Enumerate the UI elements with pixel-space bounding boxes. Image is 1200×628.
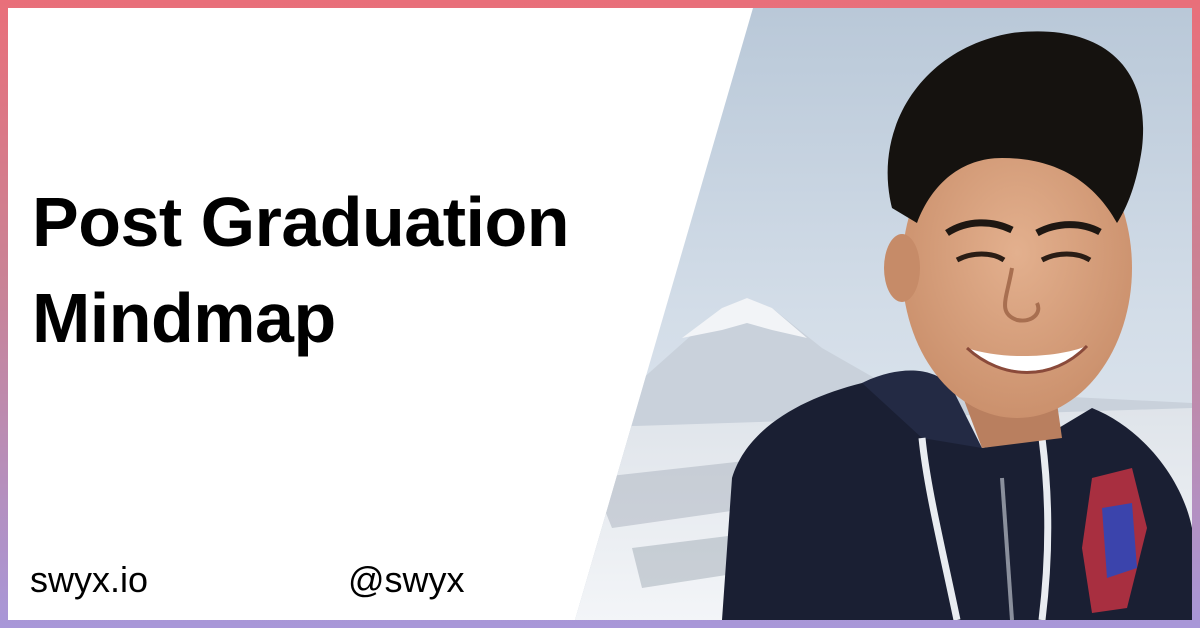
social-card-frame: Post Graduation Mindmap swyx.io @swyx: [0, 0, 1200, 628]
social-card: Post Graduation Mindmap swyx.io @swyx: [8, 8, 1192, 620]
post-title-line-1: Post Graduation: [32, 183, 569, 261]
site-domain: swyx.io: [30, 559, 149, 600]
social-handle: @swyx: [348, 559, 465, 600]
post-title-line-2: Mindmap: [32, 279, 336, 357]
post-title: Post Graduation Mindmap: [32, 174, 732, 366]
